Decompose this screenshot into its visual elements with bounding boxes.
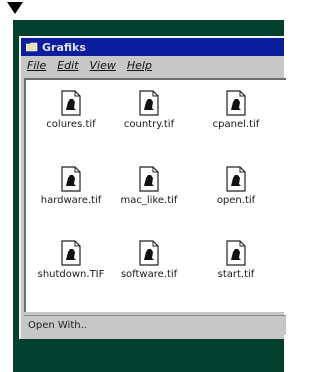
tif-document-icon — [226, 240, 246, 266]
file-name: country.tif — [123, 119, 175, 130]
menu-bar: File Edit View Help — [21, 56, 284, 75]
tif-document-icon — [61, 90, 81, 116]
tif-document-icon — [226, 166, 246, 192]
explorer-window: Grafiks File Edit View Help colures.tif … — [19, 36, 286, 339]
menu-file-label: File — [27, 59, 47, 72]
file-name: software.tif — [120, 269, 178, 280]
file-name: colures.tif — [46, 119, 96, 130]
tif-document-icon — [61, 240, 81, 266]
folder-icon — [26, 42, 38, 52]
status-bar: Open With.. — [24, 315, 286, 335]
title-bar[interactable]: Grafiks — [21, 38, 284, 56]
menu-edit[interactable]: Edit — [57, 59, 78, 72]
tif-document-icon — [139, 90, 159, 116]
window-title: Grafiks — [42, 40, 86, 54]
file-item[interactable]: country.tif — [104, 90, 194, 130]
pointer-marker — [7, 2, 23, 14]
file-name: start.tif — [217, 269, 255, 280]
menu-help-label: Help — [126, 59, 152, 72]
file-item[interactable]: hardware.tif — [26, 166, 116, 206]
tif-document-icon — [139, 240, 159, 266]
file-name: cpanel.tif — [212, 119, 260, 130]
tif-document-icon — [139, 166, 159, 192]
menu-edit-label: Edit — [57, 59, 79, 72]
file-item[interactable]: mac_like.tif — [104, 166, 194, 206]
file-item[interactable]: shutdown.TIF — [26, 240, 116, 280]
file-item[interactable]: cpanel.tif — [191, 90, 281, 130]
menu-view-label: View — [89, 59, 116, 72]
file-item[interactable]: open.tif — [191, 166, 281, 206]
menu-help[interactable]: Help — [127, 59, 152, 72]
file-name: mac_like.tif — [120, 195, 178, 206]
status-text: Open With.. — [28, 320, 87, 331]
file-name: hardware.tif — [40, 195, 102, 206]
file-list: colures.tif country.tif cpanel.tif hardw… — [24, 78, 286, 312]
file-name: shutdown.TIF — [37, 269, 105, 280]
menu-file[interactable]: File — [27, 59, 46, 72]
menu-view[interactable]: View — [90, 59, 116, 72]
file-name: open.tif — [216, 195, 256, 206]
file-item[interactable]: software.tif — [104, 240, 194, 280]
file-item[interactable]: start.tif — [191, 240, 281, 280]
tif-document-icon — [226, 90, 246, 116]
tif-document-icon — [61, 166, 81, 192]
file-item[interactable]: colures.tif — [26, 90, 116, 130]
